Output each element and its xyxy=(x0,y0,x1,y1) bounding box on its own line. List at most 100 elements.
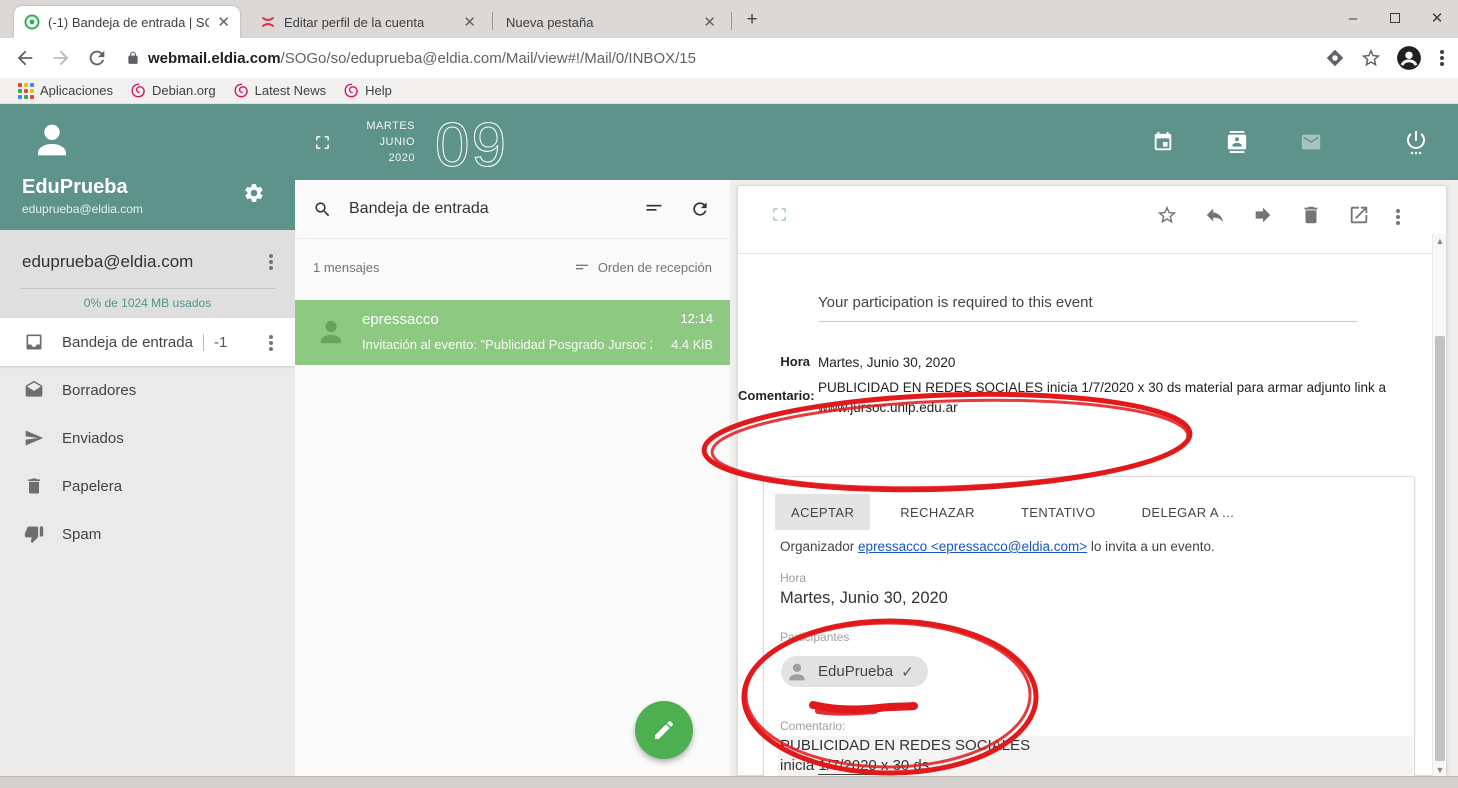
search-scope-label: Bandeja de entrada xyxy=(349,200,644,218)
logout-power-icon[interactable] xyxy=(1404,128,1428,156)
organizer-link[interactable]: epressacco <epressacco@eldia.com> xyxy=(858,539,1087,554)
tab-title: (-1) Bandeja de entrada | SO xyxy=(48,15,209,30)
refresh-icon[interactable] xyxy=(690,199,710,219)
profile-avatar-icon[interactable] xyxy=(1396,45,1422,71)
search-bar[interactable]: Bandeja de entrada xyxy=(295,180,730,238)
tab-profile[interactable]: Editar perfil de la cuenta ✕ xyxy=(250,6,486,38)
sidebar-item-spam[interactable]: Spam xyxy=(0,510,295,558)
delegate-button[interactable]: DELEGAR A ... xyxy=(1126,494,1251,530)
unread-badge: -1 xyxy=(203,334,227,351)
forward-icon[interactable] xyxy=(1252,204,1274,226)
sidebar-item-trash[interactable]: Papelera xyxy=(0,462,295,510)
star-icon[interactable] xyxy=(1156,204,1178,226)
delete-icon[interactable] xyxy=(1300,204,1322,226)
privacy-eye-icon[interactable] xyxy=(1324,47,1346,69)
comment-line: PUBLICIDAD EN REDES SOCIALES xyxy=(778,736,1414,756)
sogo-x-icon xyxy=(260,14,276,30)
mail-menu-icon[interactable] xyxy=(1396,204,1400,227)
forward-icon[interactable] xyxy=(50,47,72,69)
sort-icon[interactable] xyxy=(644,199,664,219)
scroll-up-icon[interactable]: ▲ xyxy=(1433,234,1447,248)
lock-icon xyxy=(126,51,140,65)
drafts-icon xyxy=(24,380,44,400)
bookmark-latest-news[interactable]: Latest News xyxy=(234,83,327,98)
account-email[interactable]: eduprueba@eldia.com xyxy=(22,252,193,272)
trash-icon xyxy=(24,476,44,496)
list-header: MARTES JUNIO 2020 09 xyxy=(295,104,730,180)
tab-strip: (-1) Bandeja de entrada | SO ✕ Editar pe… xyxy=(0,0,1458,38)
sidebar: EduPrueba eduprueba@eldia.com eduprueba@… xyxy=(0,104,295,788)
hora-label: Hora xyxy=(780,571,806,585)
open-in-new-icon[interactable] xyxy=(1348,204,1370,226)
tab-title: Nueva pestaña xyxy=(506,15,695,30)
close-tab-icon[interactable]: ✕ xyxy=(463,15,476,30)
expand-icon[interactable] xyxy=(771,206,788,223)
window-bottom-edge xyxy=(0,776,1458,788)
reply-icon[interactable] xyxy=(1204,204,1226,226)
scrollbar[interactable]: ▲ ▼ xyxy=(1432,234,1446,777)
decline-button[interactable]: RECHAZAR xyxy=(884,494,991,530)
sender-avatar-icon xyxy=(315,316,347,348)
bookmark-apps[interactable]: Aplicaciones xyxy=(18,83,113,99)
invitation-actions: ACEPTAR RECHAZAR TENTATIVO DELEGAR A ... xyxy=(775,494,1264,530)
divider xyxy=(20,288,275,289)
apps-grid-icon xyxy=(18,83,34,99)
list-subheader: 1 mensajes Orden de recepción xyxy=(295,238,730,296)
folder-menu-icon[interactable] xyxy=(269,333,273,353)
divider xyxy=(818,321,1358,322)
tentative-button[interactable]: TENTATIVO xyxy=(1005,494,1112,530)
user-avatar-icon xyxy=(30,118,74,162)
browser-menu-icon[interactable] xyxy=(1440,48,1444,68)
folder-label: Papelera xyxy=(62,478,122,495)
message-subject: Invitación al evento: "Publicidad Posgra… xyxy=(362,337,652,352)
sidebar-item-drafts[interactable]: Borradores xyxy=(0,366,295,414)
send-icon xyxy=(24,428,44,448)
scroll-down-icon[interactable]: ▼ xyxy=(1433,763,1447,777)
bookmark-star-icon[interactable] xyxy=(1360,47,1382,69)
mail-view-pane: Your participation is required to this e… xyxy=(730,180,1458,776)
back-icon[interactable] xyxy=(14,47,36,69)
mail-module-icon[interactable] xyxy=(1300,131,1322,153)
comment-text: x 30 ds xyxy=(877,757,930,774)
bookmark-help[interactable]: Help xyxy=(344,83,392,98)
reload-icon[interactable] xyxy=(86,47,108,69)
bookmark-label: Latest News xyxy=(255,83,327,98)
minimize-button[interactable]: – xyxy=(1340,6,1366,32)
message-row[interactable]: epressacco 12:14 Invitación al evento: "… xyxy=(295,300,730,365)
hora-label: Hora xyxy=(738,354,810,369)
organizer-prefix: Organizador xyxy=(780,539,858,554)
close-window-button[interactable]: ✕ xyxy=(1424,6,1450,32)
maximize-button[interactable] xyxy=(1382,6,1408,32)
close-tab-icon[interactable]: ✕ xyxy=(217,15,230,30)
sort-order-icon[interactable] xyxy=(574,260,590,276)
participant-chip[interactable]: EduPrueba ✓ xyxy=(781,656,928,687)
bookmark-label: Aplicaciones xyxy=(40,83,113,98)
calendar-module-icon[interactable] xyxy=(1152,131,1174,153)
user-name: EduPrueba xyxy=(22,176,128,199)
bookmark-debian[interactable]: Debian.org xyxy=(131,83,216,98)
message-sender: epressacco xyxy=(362,311,439,328)
folder-label: Enviados xyxy=(62,430,124,447)
accepted-check-icon: ✓ xyxy=(901,663,914,681)
comment-line: inicia 1/7/2020 x 30 ds xyxy=(778,756,1414,776)
tab-inbox[interactable]: (-1) Bandeja de entrada | SO ✕ xyxy=(14,6,240,38)
sidebar-item-sent[interactable]: Enviados xyxy=(0,414,295,462)
account-menu-icon[interactable] xyxy=(269,252,273,272)
accept-button[interactable]: ACEPTAR xyxy=(775,494,870,530)
contacts-module-icon[interactable] xyxy=(1226,131,1248,153)
scrollbar-thumb[interactable] xyxy=(1435,336,1445,761)
gear-icon[interactable] xyxy=(243,182,265,204)
new-tab-button[interactable]: + xyxy=(740,9,764,33)
address-bar[interactable]: webmail.eldia.com/SOGo/so/eduprueba@eldi… xyxy=(126,50,1316,67)
date-year: 2020 xyxy=(295,150,415,166)
compose-button[interactable] xyxy=(635,701,693,759)
folder-label: Spam xyxy=(62,526,101,543)
mail-card: Your participation is required to this e… xyxy=(737,185,1447,776)
tab-separator xyxy=(731,12,732,30)
organizer-line: Organizador epressacco <epressacco@eldia… xyxy=(780,539,1215,554)
comment-text: inicia xyxy=(780,757,818,774)
close-tab-icon[interactable]: ✕ xyxy=(703,15,716,30)
tab-newtab[interactable]: Nueva pestaña ✕ xyxy=(496,6,726,38)
sidebar-item-inbox[interactable]: Bandeja de entrada -1 xyxy=(0,318,295,366)
sort-order-label[interactable]: Orden de recepción xyxy=(598,260,712,275)
